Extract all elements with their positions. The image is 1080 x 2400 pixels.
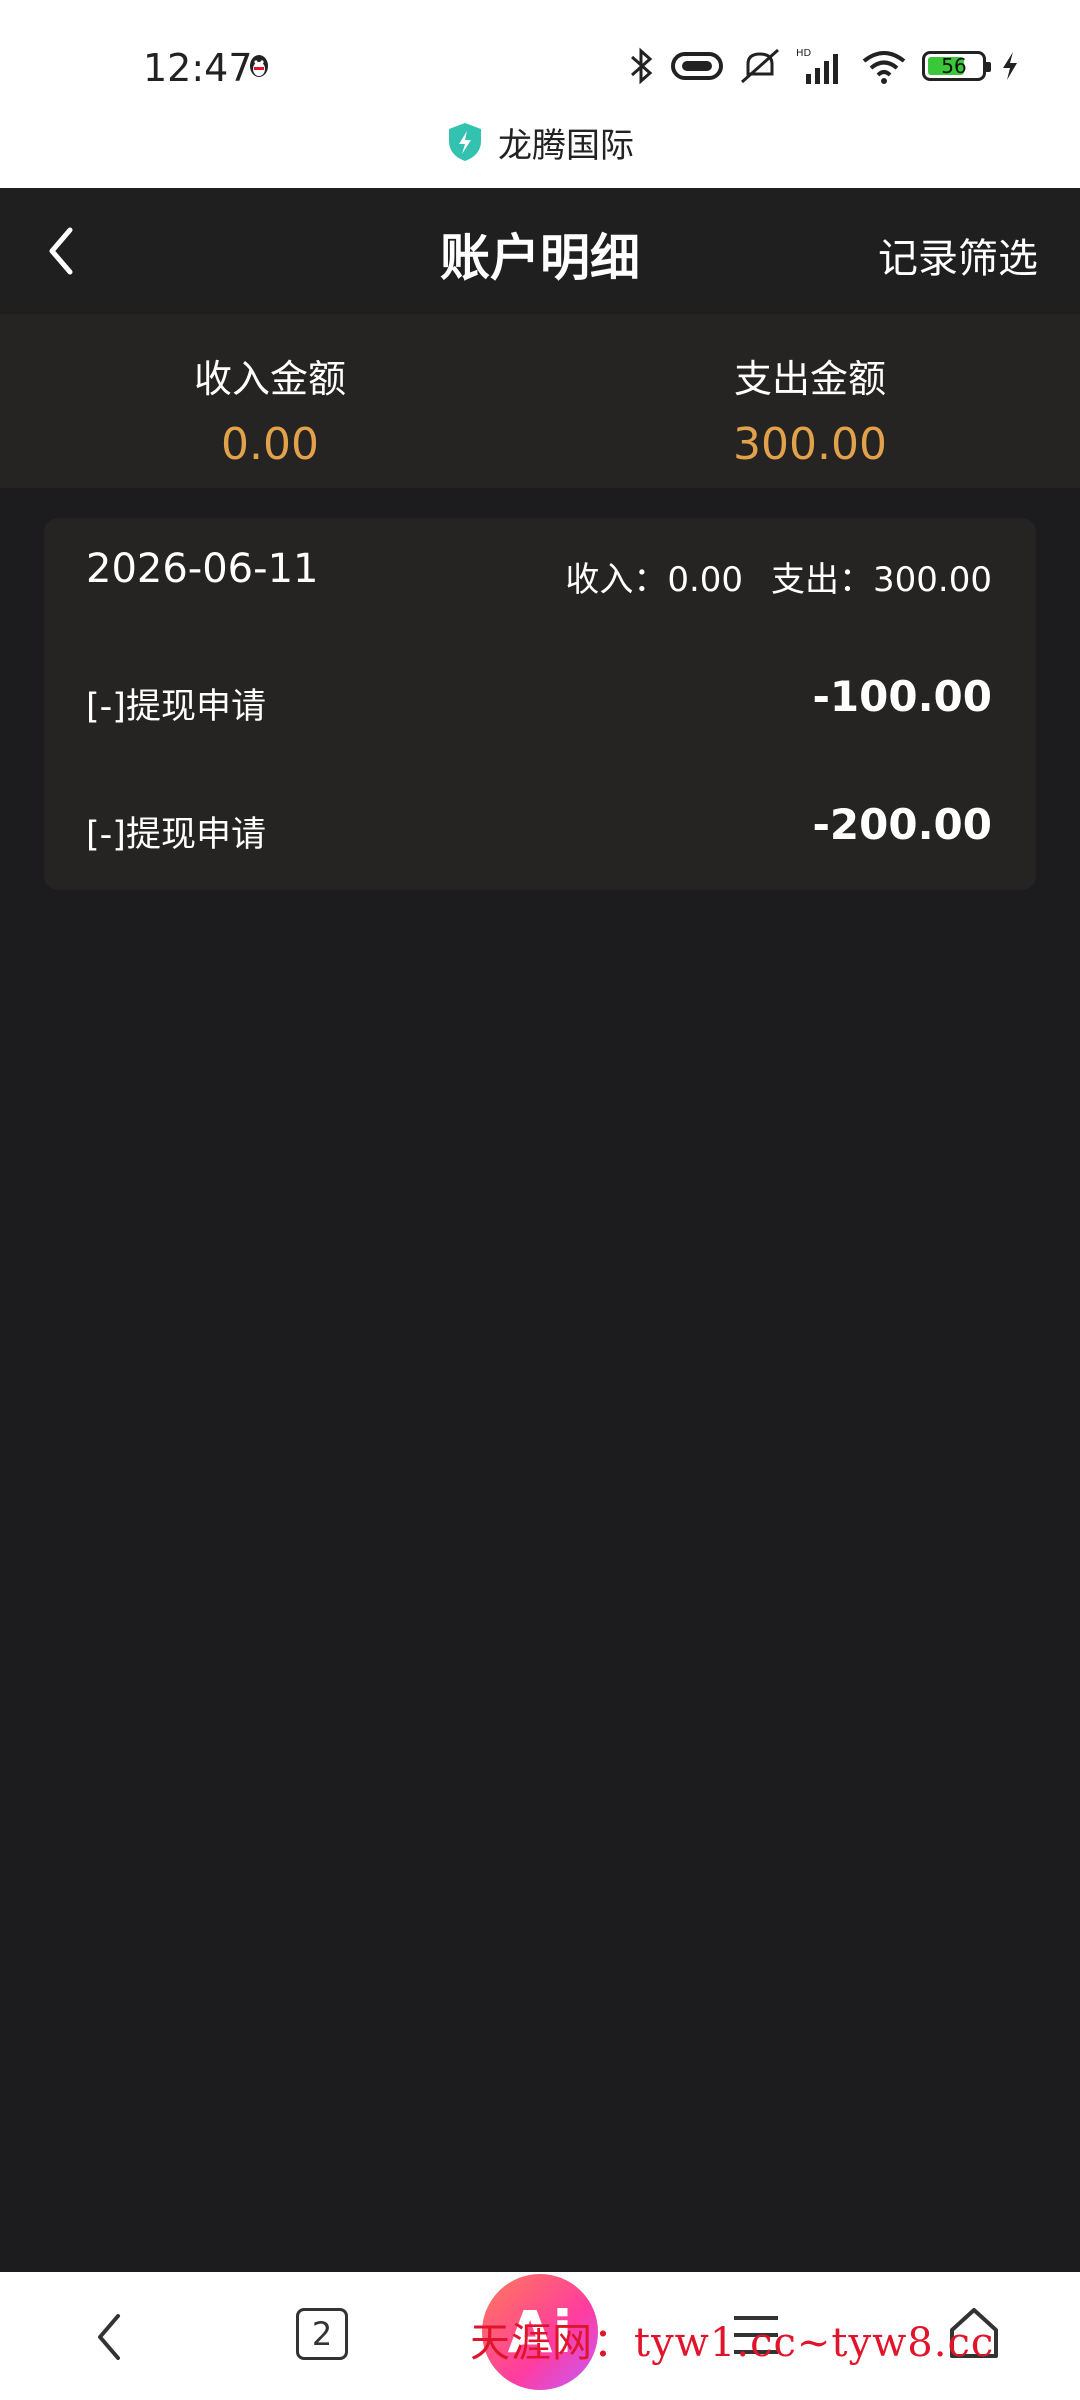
income-summary: 收入金额 0.00 bbox=[0, 314, 540, 488]
app-header: 账户明细 记录筛选 bbox=[0, 188, 1080, 314]
site-name: 龙腾国际 bbox=[498, 125, 634, 166]
svg-text:HD: HD bbox=[796, 48, 812, 59]
hd-signal-icon: HD bbox=[796, 48, 838, 84]
day-income: 收入：0.00 bbox=[565, 560, 744, 600]
link-icon bbox=[671, 52, 723, 80]
day-totals: 收入：0.00 支出：300.00 bbox=[565, 552, 992, 601]
wifi-icon bbox=[862, 51, 906, 84]
qq-icon bbox=[250, 55, 268, 77]
record-label: [-]提现申请 bbox=[86, 815, 266, 855]
charging-icon bbox=[1003, 52, 1017, 80]
watermark-text: 天涯网：tyw1.cc~tyw8.cc bbox=[470, 2320, 995, 2366]
expense-label: 支出金额 bbox=[733, 357, 886, 401]
day-record-card: 2026-06-11 收入：0.00 支出：300.00 [-]提现申请 -10… bbox=[44, 518, 1036, 890]
battery-icon: 56 bbox=[922, 51, 991, 81]
income-value: 0.00 bbox=[221, 419, 319, 470]
list-item[interactable]: [-]提现申请 -200.00 bbox=[44, 786, 1036, 866]
status-time: 12:47 bbox=[143, 46, 253, 90]
tabs-button[interactable]: 2 bbox=[296, 2308, 348, 2360]
expense-summary: 支出金额 300.00 bbox=[540, 314, 1080, 488]
income-label: 收入金额 bbox=[193, 357, 346, 401]
record-filter-button[interactable]: 记录筛选 bbox=[878, 226, 1038, 284]
record-amount: -200.00 bbox=[812, 800, 992, 849]
record-amount: -100.00 bbox=[812, 672, 992, 721]
battery-level: 56 bbox=[941, 54, 967, 78]
status-bar: 12:47 HD 56 龙腾国际 bbox=[0, 0, 1080, 188]
summary-panel: 收入金额 0.00 支出金额 300.00 bbox=[0, 314, 1080, 488]
record-date: 2026-06-11 bbox=[86, 546, 319, 592]
list-item[interactable]: [-]提现申请 -100.00 bbox=[44, 658, 1036, 738]
record-label: [-]提现申请 bbox=[86, 687, 266, 727]
site-indicator: 龙腾国际 bbox=[0, 112, 1080, 172]
day-expense: 支出：300.00 bbox=[771, 560, 992, 600]
expense-value: 300.00 bbox=[733, 419, 887, 470]
shield-icon bbox=[449, 123, 481, 161]
bluetooth-icon bbox=[631, 47, 653, 85]
back-icon[interactable] bbox=[80, 2302, 140, 2372]
mute-icon bbox=[741, 48, 779, 84]
